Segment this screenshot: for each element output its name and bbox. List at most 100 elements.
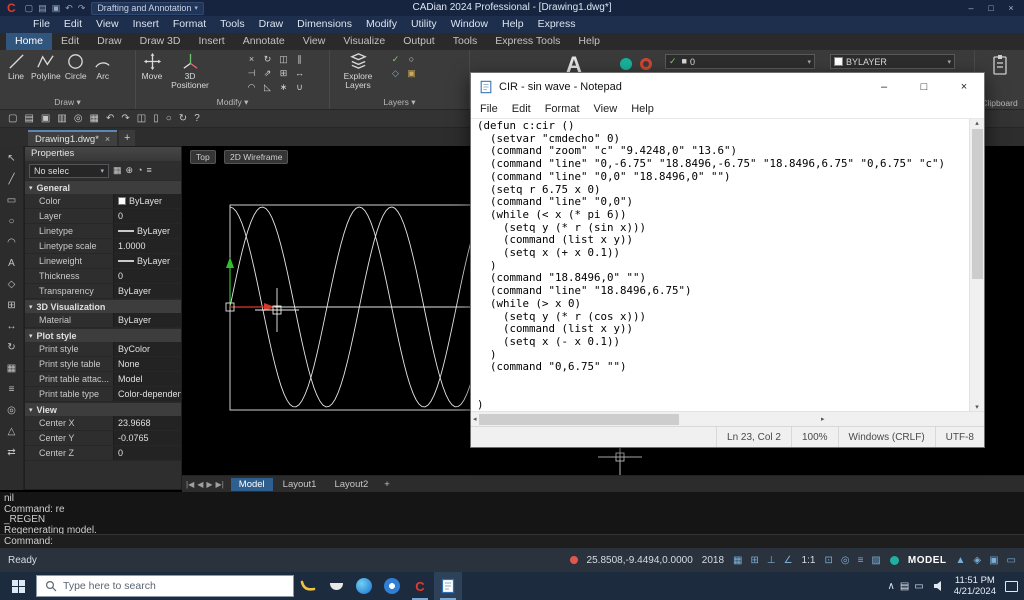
- notepad-minimize-button[interactable]: –: [864, 73, 904, 100]
- menu-format[interactable]: Format: [166, 16, 213, 33]
- prop-value[interactable]: 0: [113, 209, 181, 223]
- annotation-scale[interactable]: 1:1: [802, 555, 816, 566]
- notepad-menu-format[interactable]: Format: [538, 100, 587, 119]
- model-space-indicator[interactable]: MODEL: [908, 555, 947, 566]
- rotate-icon[interactable]: ↻: [260, 53, 275, 66]
- menu-help[interactable]: Help: [495, 16, 531, 33]
- notepad-editor[interactable]: (defun c:cir () (setvar "cmdecho" 0) (co…: [471, 119, 984, 411]
- clock[interactable]: 11:51 PM 4/21/2024: [954, 575, 996, 597]
- line-icon[interactable]: ╱: [4, 172, 20, 187]
- taskbar-app-browser[interactable]: [378, 572, 406, 600]
- notepad-menu-file[interactable]: File: [473, 100, 505, 119]
- prop-value[interactable]: -0.0765: [113, 431, 181, 445]
- open-icon[interactable]: ▤: [24, 113, 33, 124]
- geolocation-icon[interactable]: [890, 556, 899, 565]
- redo-icon[interactable]: ↷: [121, 113, 129, 124]
- layer-freeze-icon[interactable]: ◇: [388, 67, 403, 80]
- mirror-icon[interactable]: ◫: [276, 53, 291, 66]
- tool-circle[interactable]: Circle: [64, 52, 88, 81]
- menu-modify[interactable]: Modify: [359, 16, 404, 33]
- paste-icon[interactable]: ▯: [153, 113, 159, 124]
- close-button[interactable]: ×: [1002, 3, 1020, 13]
- prop-value[interactable]: 0: [113, 446, 181, 460]
- notepad-text[interactable]: (defun c:cir () (setvar "cmdecho" 0) (co…: [471, 119, 984, 411]
- scroll-down-icon[interactable]: ▾: [975, 403, 979, 411]
- menu-window[interactable]: Window: [444, 16, 495, 33]
- notification-center-icon[interactable]: [1005, 581, 1018, 592]
- clean-screen-icon[interactable]: ▭: [1007, 555, 1016, 566]
- scale-icon[interactable]: ⇗: [260, 67, 275, 80]
- notepad-maximize-button[interactable]: □: [904, 73, 944, 100]
- section-general[interactable]: ▾General: [25, 180, 181, 194]
- tool-polyline[interactable]: Polyline: [31, 52, 61, 81]
- move-icon[interactable]: ↔: [4, 319, 20, 334]
- measure-icon[interactable]: △: [4, 424, 20, 439]
- prop-value[interactable]: Color-dependen...: [113, 387, 181, 401]
- scroll-up-icon[interactable]: ▴: [975, 119, 979, 127]
- select-icon[interactable]: ↖: [4, 151, 20, 166]
- ribbon-tab-edit[interactable]: Edit: [52, 33, 88, 50]
- layout-tab-model[interactable]: Model: [231, 478, 273, 491]
- clipboard-icon[interactable]: [990, 54, 1010, 76]
- lineweight-icon[interactable]: ≡: [858, 555, 864, 566]
- transparency-icon[interactable]: ▨: [871, 555, 880, 566]
- prop-value[interactable]: ByColor: [113, 342, 181, 356]
- taskbar-app-notepad[interactable]: [434, 572, 462, 600]
- render-icon[interactable]: ◎: [4, 403, 20, 418]
- cadian-logo-icon[interactable]: C: [4, 0, 19, 16]
- ribbon-tab-view[interactable]: View: [294, 33, 335, 50]
- show-hidden-icon[interactable]: ∧: [888, 581, 895, 592]
- otrack-icon[interactable]: ◎: [841, 555, 850, 566]
- preview-icon[interactable]: ◎: [74, 113, 83, 124]
- tool-3d-positioner[interactable]: 3D Positioner: [167, 52, 213, 90]
- arc-icon[interactable]: ◠: [4, 235, 20, 250]
- notepad-titlebar[interactable]: CIR - sin wave - Notepad – □ ×: [471, 73, 984, 100]
- close-tab-icon[interactable]: ×: [105, 134, 110, 144]
- settings-icon[interactable]: ≡: [147, 164, 152, 177]
- circle-icon[interactable]: ○: [4, 214, 20, 229]
- hatch-icon[interactable]: ▦: [4, 361, 20, 376]
- annotation-icon[interactable]: ▲: [955, 555, 965, 566]
- layer-dropdown[interactable]: ✓■ 0 ▾: [665, 54, 815, 69]
- toggle-value-icon[interactable]: ◔: [137, 164, 142, 177]
- ribbon-tab-insert[interactable]: Insert: [189, 33, 233, 50]
- ribbon-tab-visualize[interactable]: Visualize: [334, 33, 394, 50]
- help-icon[interactable]: ?: [194, 113, 200, 124]
- fillet-icon[interactable]: ◠: [244, 81, 259, 94]
- menu-draw[interactable]: Draw: [252, 16, 291, 33]
- redo-icon[interactable]: ↷: [78, 3, 86, 14]
- new-file-icon[interactable]: ▢: [25, 3, 34, 14]
- quick-select-icon[interactable]: ▦: [113, 164, 122, 177]
- layer-off-icon[interactable]: ○: [404, 53, 419, 66]
- search-input[interactable]: [63, 580, 263, 592]
- ortho-icon[interactable]: ⊥: [767, 555, 776, 566]
- teal-color-icon[interactable]: [620, 58, 632, 70]
- last-tab-icon[interactable]: ▶|: [216, 480, 224, 489]
- section-view[interactable]: ▾View: [25, 402, 181, 416]
- notepad-close-button[interactable]: ×: [944, 73, 984, 100]
- prop-value[interactable]: 23.9668: [113, 416, 181, 430]
- ribbon-tab-draw-3d[interactable]: Draw 3D: [131, 33, 190, 50]
- start-button[interactable]: [0, 572, 36, 600]
- tool-line[interactable]: Line: [4, 52, 28, 81]
- command-input[interactable]: Command:: [0, 534, 1024, 548]
- ribbon-tab-output[interactable]: Output: [394, 33, 444, 50]
- ribbon-tab-help[interactable]: Help: [569, 33, 609, 50]
- menu-view[interactable]: View: [89, 16, 126, 33]
- add-layout-button[interactable]: +: [379, 479, 395, 490]
- prev-tab-icon[interactable]: ◀: [197, 480, 203, 489]
- layer-visible-icon[interactable]: ✓: [669, 55, 677, 68]
- volume-icon[interactable]: [933, 580, 945, 592]
- tool-explore-layers[interactable]: Explore Layers: [334, 52, 382, 90]
- menu-file[interactable]: File: [26, 16, 57, 33]
- prop-value[interactable]: 1.0000: [113, 239, 181, 253]
- notepad-horizontal-scrollbar[interactable]: ◂ ▸: [471, 411, 984, 426]
- scroll-left-icon[interactable]: ◂: [473, 415, 477, 423]
- layer-color-icon[interactable]: ■: [682, 55, 687, 68]
- explode-icon[interactable]: ∗: [276, 81, 291, 94]
- plot-icon[interactable]: ▦: [90, 113, 99, 124]
- grid-icon[interactable]: ⊞: [750, 555, 758, 566]
- scroll-thumb[interactable]: [479, 414, 679, 425]
- new-icon[interactable]: ▢: [8, 113, 17, 124]
- join-icon[interactable]: ∪: [292, 81, 307, 94]
